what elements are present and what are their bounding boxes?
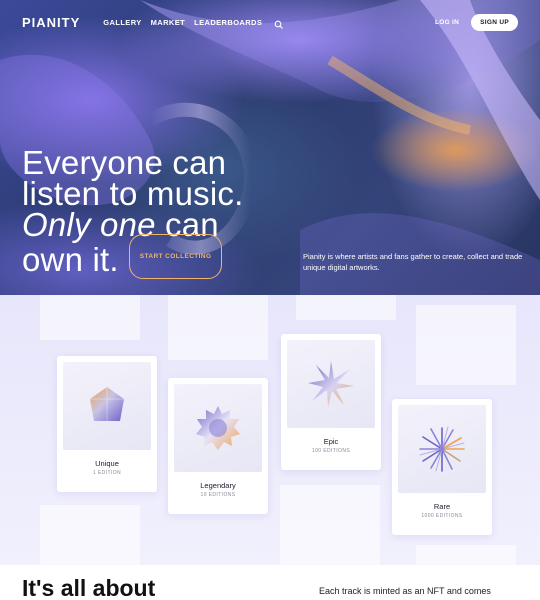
hero-description: Pianity is where artists and fans gather…: [303, 252, 523, 272]
legendary-badge-icon: [196, 406, 240, 450]
section-heading: It's all about: [22, 575, 156, 600]
nav-link-leaderboards[interactable]: LEADERBOARDS: [194, 18, 262, 27]
ghost-card: [296, 295, 396, 320]
headline-line-2: listen to music.: [22, 175, 244, 212]
rarity-card-unique[interactable]: Unique 1 EDITION: [57, 356, 157, 492]
rare-burst-icon: [419, 426, 465, 472]
card-editions: 100 EDITIONS: [311, 448, 351, 454]
headline-line-4: own it. START COLLECTING: [22, 234, 243, 285]
ghost-card: [40, 295, 140, 340]
ghost-card: [416, 545, 516, 565]
headline-line-1: Everyone can: [22, 144, 227, 181]
nav-link-market[interactable]: MARKET: [151, 18, 185, 27]
ghost-card: [40, 505, 140, 565]
rarity-gallery: Unique 1 EDITION Legendary 10 EDITIONS E…: [0, 295, 540, 565]
rarity-card-legendary[interactable]: Legendary 10 EDITIONS: [168, 378, 268, 514]
card-artwork: [398, 405, 486, 493]
card-title: Unique: [95, 459, 119, 468]
card-artwork: [287, 340, 375, 428]
nav-link-gallery[interactable]: GALLERY: [103, 18, 141, 27]
rarity-card-epic[interactable]: Epic 100 EDITIONS: [281, 334, 381, 470]
card-title: Legendary: [200, 481, 236, 490]
ghost-card: [416, 305, 516, 385]
unique-gem-icon: [90, 387, 124, 421]
top-nav: PIANITY GALLERY MARKET LEADERBOARDS LOG …: [22, 12, 518, 32]
card-artwork: [63, 362, 151, 450]
card-editions: 10 EDITIONS: [200, 492, 236, 498]
epic-star-icon: [308, 361, 354, 407]
card-artwork: [174, 384, 262, 472]
card-editions: 1000 EDITIONS: [421, 513, 463, 519]
pianity-logo[interactable]: PIANITY: [22, 15, 80, 30]
signup-button[interactable]: SIGN UP: [471, 13, 518, 31]
headline-line-4-text: own it.: [22, 241, 119, 279]
about-section: It's all about Each track is minted as a…: [0, 565, 540, 600]
start-collecting-button[interactable]: START COLLECTING: [128, 234, 223, 279]
card-editions: 1 EDITION: [92, 470, 122, 476]
card-title: Epic: [323, 437, 339, 446]
login-link[interactable]: LOG IN: [435, 19, 459, 26]
nav-links: GALLERY MARKET LEADERBOARDS: [103, 17, 284, 29]
hero-section: PIANITY GALLERY MARKET LEADERBOARDS LOG …: [0, 0, 540, 295]
section-text: Each track is minted as an NFT and comes: [319, 586, 491, 596]
ghost-card: [280, 485, 380, 565]
nav-auth: LOG IN SIGN UP: [435, 13, 518, 31]
rarity-card-rare[interactable]: Rare 1000 EDITIONS: [392, 399, 492, 535]
hero-headline: Everyone can listen to music. Only one c…: [22, 144, 244, 285]
ghost-card: [168, 295, 268, 360]
card-title: Rare: [433, 502, 451, 511]
search-icon[interactable]: [274, 17, 284, 29]
